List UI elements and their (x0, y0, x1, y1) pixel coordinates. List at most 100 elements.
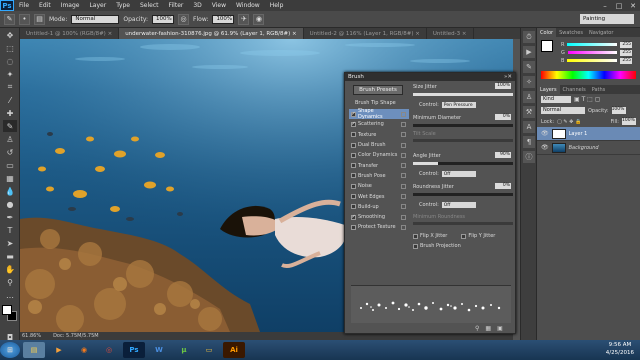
lock-icon[interactable] (401, 121, 406, 127)
tab-navigator[interactable]: Navigator (586, 28, 616, 37)
tab-color[interactable]: Color (537, 28, 557, 37)
visibility-eye-icon[interactable]: 👁 (541, 144, 549, 151)
tab-underwater-fashion[interactable]: underwater-fashion-310876.jpg @ 61.9% (L… (119, 28, 304, 39)
zoom-level[interactable]: 61.86% (22, 333, 41, 339)
layer-opacity-value[interactable]: 100% (611, 107, 626, 114)
checkbox[interactable] (351, 204, 356, 210)
roundness-jitter-slider[interactable] (413, 193, 513, 196)
tab-layers[interactable]: Layers (537, 85, 560, 94)
red-slider[interactable] (567, 43, 617, 46)
filter-icons[interactable]: ▣ T ⬚ ▢ (574, 96, 600, 103)
checkbox[interactable]: ✓ (351, 214, 356, 220)
marquee-tool-icon[interactable]: ⬚ (3, 42, 17, 54)
brush-panel-header[interactable]: Brush »✕ (345, 73, 515, 81)
checkbox[interactable] (351, 132, 356, 138)
crop-tool-icon[interactable]: ⌗ (3, 81, 17, 93)
lock-icon[interactable] (401, 173, 406, 179)
brush-setting-item[interactable]: Color Dynamics (349, 150, 409, 160)
lock-icon[interactable] (401, 142, 406, 148)
minimize-icon[interactable]: – (598, 0, 612, 11)
toggle-hardness-icon[interactable]: ⚲ (475, 325, 479, 332)
character-icon[interactable]: A (523, 121, 535, 133)
size-control-select[interactable]: Pen Pressure (441, 102, 476, 108)
menu-help[interactable]: Help (265, 2, 289, 9)
min-diameter-slider[interactable] (413, 124, 513, 127)
menu-window[interactable]: Window (231, 2, 265, 9)
brush-setting-item[interactable]: Protect Texture (349, 222, 409, 232)
brush-setting-item[interactable]: Brush Pose (349, 171, 409, 181)
folder-taskbar-icon[interactable]: ▭ (198, 342, 220, 358)
green-value[interactable]: 255 (620, 49, 632, 56)
menu-file[interactable]: File (14, 2, 34, 9)
blue-slider[interactable] (567, 59, 617, 62)
hand-tool-icon[interactable]: ✋ (3, 263, 17, 275)
zoom-tool-icon[interactable]: ⚲ (3, 276, 17, 288)
blur-tool-icon[interactable]: 💧 (3, 185, 17, 197)
shape-tool-icon[interactable]: ▬ (3, 250, 17, 262)
dodge-tool-icon[interactable]: ● (3, 198, 17, 210)
color-preview-fg[interactable] (541, 40, 553, 52)
angle-jitter-value[interactable]: 90% (495, 152, 511, 158)
tab-channels[interactable]: Channels (560, 85, 589, 94)
angle-jitter-slider[interactable] (413, 162, 513, 165)
menu-3d[interactable]: 3D (188, 2, 206, 9)
lock-icon[interactable] (401, 224, 406, 230)
pressure-size-icon[interactable]: ◉ (253, 13, 265, 25)
illustrator-taskbar-icon[interactable]: Ai (223, 342, 245, 358)
menu-select[interactable]: Select (135, 2, 164, 9)
tool-presets-icon[interactable]: ⚒ (523, 106, 535, 118)
menu-filter[interactable]: Filter (164, 2, 189, 9)
tab-paths[interactable]: Paths (589, 85, 609, 94)
checkbox[interactable]: ✓ (351, 121, 356, 127)
brush-tool-icon[interactable]: ✎ (3, 120, 17, 132)
more-tools-icon[interactable]: … (3, 289, 17, 301)
fill-value[interactable]: 100% (622, 118, 636, 125)
close-icon[interactable]: ✕ (626, 0, 640, 11)
clone-source-icon[interactable]: ♙ (523, 91, 535, 103)
red-value[interactable]: 255 (620, 41, 632, 48)
checkbox[interactable] (351, 163, 356, 169)
checkbox[interactable] (351, 194, 356, 200)
maximize-icon[interactable]: □ (612, 0, 626, 11)
system-clock[interactable]: 9:56 AM 4/25/2016 (606, 341, 634, 357)
lock-icon[interactable] (401, 214, 406, 220)
paragraph-icon[interactable]: ¶ (523, 136, 535, 148)
mode-select[interactable]: Normal (71, 14, 120, 24)
lock-icon[interactable] (401, 152, 406, 158)
tab-untitled-1[interactable]: Untitled-1 @ 100% (RGB/8#) × (20, 28, 120, 39)
flip-y-option[interactable]: Flip Y Jitter (461, 233, 495, 239)
menu-edit[interactable]: Edit (34, 2, 56, 9)
move-tool-icon[interactable]: ✥ (3, 29, 17, 41)
roundness-jitter-value[interactable]: 0% (495, 183, 511, 189)
tab-untitled-2[interactable]: Untitled-2 @ 116% (Layer 1, RGB/8#) × (304, 28, 427, 39)
min-diameter-value[interactable]: 0% (495, 114, 511, 120)
checkbox[interactable] (351, 152, 356, 158)
firefox-taskbar-icon[interactable]: ◉ (73, 342, 95, 358)
brush-presets-button[interactable]: Brush Presets (353, 85, 403, 95)
brush-presets-icon[interactable]: ✧ (523, 76, 535, 88)
menu-type[interactable]: Type (111, 2, 135, 9)
chrome-taskbar-icon[interactable]: ◎ (98, 342, 120, 358)
color-ramp[interactable] (541, 71, 636, 79)
lock-icon[interactable] (401, 132, 406, 138)
lock-icon[interactable] (401, 194, 406, 200)
media-taskbar-icon[interactable]: ▶ (48, 342, 70, 358)
menu-view[interactable]: View (207, 2, 231, 9)
brush-panel-icon[interactable]: ✎ (523, 61, 535, 73)
brush-setting-item[interactable]: Texture (349, 130, 409, 140)
foreground-color[interactable] (2, 305, 12, 315)
panel-close-icon[interactable]: »✕ (504, 74, 512, 80)
tab-swatches[interactable]: Swatches (556, 28, 586, 37)
workspace-select[interactable]: Painting (580, 14, 634, 24)
explorer-taskbar-icon[interactable]: ▤ (23, 342, 45, 358)
brush-setting-item[interactable]: Build-up (349, 202, 409, 212)
layer-row-background[interactable]: 👁 Background (537, 141, 640, 155)
lock-icon[interactable] (401, 183, 406, 189)
brush-setting-item[interactable]: ✓ Smoothing (349, 212, 409, 222)
word-taskbar-icon[interactable]: W (148, 342, 170, 358)
tab-untitled-3[interactable]: Untitled-3 × (427, 28, 474, 39)
layer-name[interactable]: Layer 1 (569, 131, 588, 137)
brush-tip-shape-item[interactable]: Brush Tip Shape (355, 100, 396, 106)
quick-select-tool-icon[interactable]: ✦ (3, 68, 17, 80)
photoshop-taskbar-icon[interactable]: Ps (123, 342, 145, 358)
